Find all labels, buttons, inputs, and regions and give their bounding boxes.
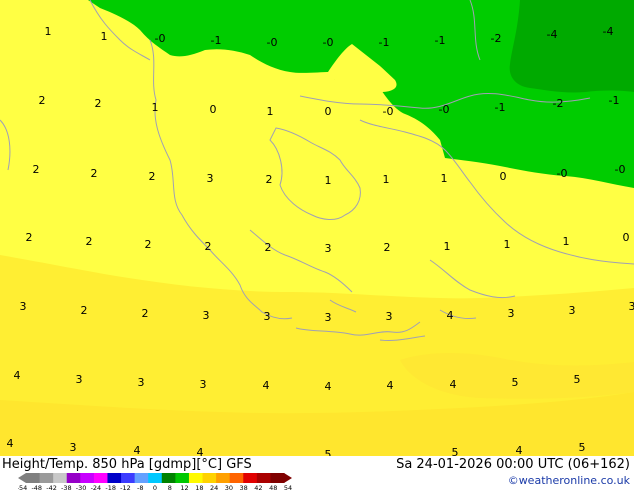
value-label: -4: [547, 28, 558, 41]
value-label: 2: [81, 304, 88, 317]
value-label: -0: [615, 163, 626, 176]
colorbar-tick-labels: -54 -48 -42 -38 -30 -24-18 -12 -8 0 8 12 18 24 30 38 42…: [18, 482, 318, 492]
value-label: -0: [267, 36, 278, 49]
value-label: 1: [267, 105, 274, 118]
colorbar-tick-label: -8: [137, 484, 143, 492]
value-label: 1: [325, 174, 332, 187]
colorbar-tick-label: -38: [61, 484, 72, 492]
value-label: 2: [142, 307, 149, 320]
weather-map: 11-0-1-0-0-1-1-2-4-4221010-0-0-1-2-12223…: [0, 0, 634, 490]
value-label: 2: [95, 97, 102, 110]
value-label: 1: [444, 240, 451, 253]
colorbar-tick-label: 24: [210, 484, 218, 492]
colorbar-tick-label: 38: [240, 484, 248, 492]
value-label: 4: [387, 379, 394, 392]
colorbar-tick-label: -54: [18, 484, 27, 492]
value-label: 0: [325, 105, 332, 118]
value-label: 2: [149, 170, 156, 183]
colorbar-tick-label: 42: [254, 484, 262, 492]
value-label: 0: [500, 170, 507, 183]
value-label: 3: [20, 300, 27, 313]
value-label: 1: [101, 30, 108, 43]
value-label: -2: [553, 97, 564, 110]
field-green-dark: [510, 0, 634, 93]
value-label: 3: [325, 242, 332, 255]
value-label: -2: [491, 32, 502, 45]
value-label: 3: [203, 309, 210, 322]
value-label: 4: [450, 378, 457, 391]
value-label: 4: [263, 379, 270, 392]
value-label: -1: [435, 34, 446, 47]
colorbar-tick-label: -42: [46, 484, 57, 492]
value-label: 3: [508, 307, 515, 320]
value-label: -0: [155, 32, 166, 45]
value-label: 3: [207, 172, 214, 185]
value-label: 2: [86, 235, 93, 248]
value-label: 3: [325, 311, 332, 324]
colorbar-tick-label: -24: [91, 484, 102, 492]
value-label: -1: [495, 101, 506, 114]
colorbar-tick-label: 30: [225, 484, 233, 492]
value-label: 2: [265, 241, 272, 254]
colorbar-tick-label: 48: [269, 484, 277, 492]
value-label: -1: [211, 34, 222, 47]
value-label: 3: [386, 310, 393, 323]
colorbar-tick-label: 54: [284, 484, 292, 492]
product-title: Height/Temp. 850 hPa [gdmp][°C] GFS: [2, 457, 252, 472]
value-label: 4: [7, 437, 14, 450]
credit-link[interactable]: ©weatheronline.co.uk: [508, 474, 630, 487]
value-label: 2: [266, 173, 273, 186]
value-label: -1: [379, 36, 390, 49]
colorbar-tick-label: 18: [195, 484, 203, 492]
value-label: -0: [383, 105, 394, 118]
value-label: -1: [609, 94, 620, 107]
map-footer: Height/Temp. 850 hPa [gdmp][°C] GFS Sa 2…: [0, 456, 634, 490]
value-label: 3: [569, 304, 576, 317]
colorbar-tick-label: 12: [180, 484, 188, 492]
colorbar-tick-label: 8: [168, 484, 172, 492]
valid-time: Sa 24-01-2026 00:00 UTC (06+162): [396, 457, 630, 472]
value-label: 3: [629, 300, 634, 313]
value-label: 3: [76, 373, 83, 386]
value-label: 2: [33, 163, 40, 176]
colorbar-tick-label: 0: [153, 484, 157, 492]
value-label: 1: [563, 235, 570, 248]
temperature-field-map: 1 1 -0 -1 -0 -0 -1 -1 -2 -4 -4 2 2 1 0 1 0 -0 -0 -1 -2 -1 2 2 2 3…: [0, 0, 634, 458]
value-label: -4: [603, 25, 614, 38]
value-label: 2: [384, 241, 391, 254]
value-label: 4: [14, 369, 21, 382]
value-label: 5: [574, 373, 581, 386]
value-label: 4: [447, 309, 454, 322]
value-label: 1: [45, 25, 52, 38]
value-label: 1: [504, 238, 511, 251]
colorbar-tick-label: -12: [120, 484, 131, 492]
value-label: 1: [152, 101, 159, 114]
value-label: 3: [200, 378, 207, 391]
value-label: -0: [557, 167, 568, 180]
value-label: 3: [138, 376, 145, 389]
colorbar-tick-label: -18: [105, 484, 116, 492]
value-label: 2: [39, 94, 46, 107]
value-label: 2: [205, 240, 212, 253]
value-label: 1: [441, 172, 448, 185]
value-label: 3: [70, 441, 77, 454]
value-label: 3: [264, 310, 271, 323]
value-label: -0: [439, 103, 450, 116]
value-label: 4: [325, 380, 332, 393]
value-label: 2: [26, 231, 33, 244]
value-label: 2: [145, 238, 152, 251]
value-label: 5: [512, 376, 519, 389]
value-label: 2: [91, 167, 98, 180]
value-label: -0: [323, 36, 334, 49]
value-label: 0: [210, 103, 217, 116]
value-label: 0: [623, 231, 630, 244]
value-label: 5: [579, 441, 586, 454]
colorbar-tick-label: -48: [31, 484, 42, 492]
colorbar-tick-label: -30: [76, 484, 87, 492]
value-label: 1: [383, 173, 390, 186]
